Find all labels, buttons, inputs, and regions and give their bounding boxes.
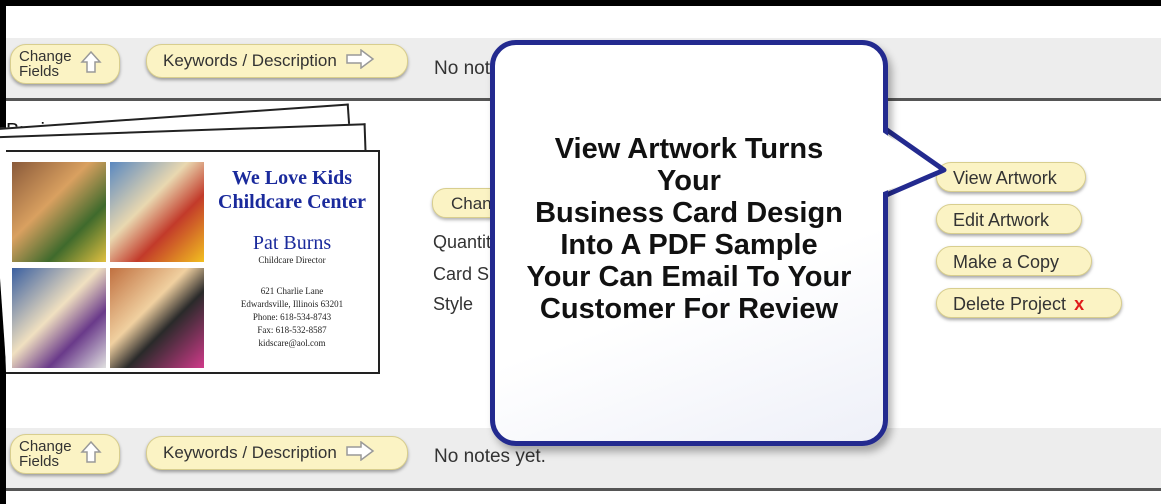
change-fields-label-line2: Fields xyxy=(19,63,60,80)
notes-text-bottom: No notes yet. xyxy=(434,446,546,467)
edit-artwork-button[interactable]: Edit Artwork xyxy=(936,204,1082,234)
arrow-right-icon xyxy=(345,440,375,466)
view-artwork-button[interactable]: View Artwork xyxy=(936,162,1086,192)
delete-project-label: Delete Project xyxy=(953,294,1067,314)
arrow-up-icon xyxy=(79,440,102,469)
edit-artwork-label: Edit Artwork xyxy=(953,210,1050,230)
change-fields-label-line2: Fields xyxy=(19,453,60,470)
style-label: Style xyxy=(433,294,474,314)
card-address-line1: 621 Charlie Lane xyxy=(260,286,324,296)
callout-line-4: Into A PDF Sample xyxy=(560,229,818,261)
keywords-description-button-top[interactable]: Keywords / Description xyxy=(146,44,408,78)
change-fields-button-bottom[interactable]: Change Fields xyxy=(10,434,120,474)
arrow-up-icon xyxy=(79,50,102,79)
card-address-block: 621 Charlie Lane Edwardsville, Illinois … xyxy=(212,285,372,350)
callout-line-5: Your Can Email To Your xyxy=(526,261,852,293)
card-person-name: Pat Burns xyxy=(252,232,332,254)
card-fax: Fax: 618-532-8587 xyxy=(257,325,327,335)
frame-top-border xyxy=(0,0,1161,6)
arrow-right-icon xyxy=(345,48,375,74)
photo-kids-3 xyxy=(12,268,106,368)
photo-kids-4 xyxy=(110,268,204,368)
view-artwork-label: View Artwork xyxy=(953,168,1057,188)
delete-project-button[interactable]: Delete Project x xyxy=(936,288,1122,318)
change-fields-label-line1: Change xyxy=(19,438,72,455)
card-address-line2: Edwardsville, Illinois 63201 xyxy=(240,299,344,309)
callout-line-3: Business Card Design xyxy=(535,197,843,229)
callout-line-2: Your xyxy=(657,165,721,197)
card-text-block: We Love Kids Childcare Center Pat Burns … xyxy=(212,166,372,350)
card-front: We Love Kids Childcare Center Pat Burns … xyxy=(6,150,380,374)
photo-kids-2 xyxy=(110,162,204,262)
keywords-description-button-bottom[interactable]: Keywords / Description xyxy=(146,436,408,470)
callout-line-6: Customer For Review xyxy=(539,293,839,325)
card-person-role: Childcare Director xyxy=(258,255,326,265)
keywords-description-label: Keywords / Description xyxy=(163,51,337,70)
callout-text: View Artwork Turns Your Business Card De… xyxy=(490,133,888,325)
delete-x-icon: x xyxy=(1074,294,1085,314)
card-phone: Phone: 618-534-8743 xyxy=(252,312,332,322)
card-business-name-2: Childcare Center xyxy=(218,191,366,213)
keywords-description-label: Keywords / Description xyxy=(163,443,337,462)
callout-line-1: View Artwork Turns xyxy=(554,133,824,165)
photo-kids-1 xyxy=(12,162,106,262)
make-copy-label: Make a Copy xyxy=(953,252,1060,272)
change-fields-button-top[interactable]: Change Fields xyxy=(10,44,120,84)
change-fields-label-line1: Change xyxy=(19,48,72,65)
card-email: kidscare@aol.com xyxy=(258,338,326,348)
make-copy-button[interactable]: Make a Copy xyxy=(936,246,1092,276)
business-card-preview: We Love Kids Childcare Center Pat Burns … xyxy=(0,103,386,388)
card-business-name-1: We Love Kids xyxy=(231,167,352,189)
